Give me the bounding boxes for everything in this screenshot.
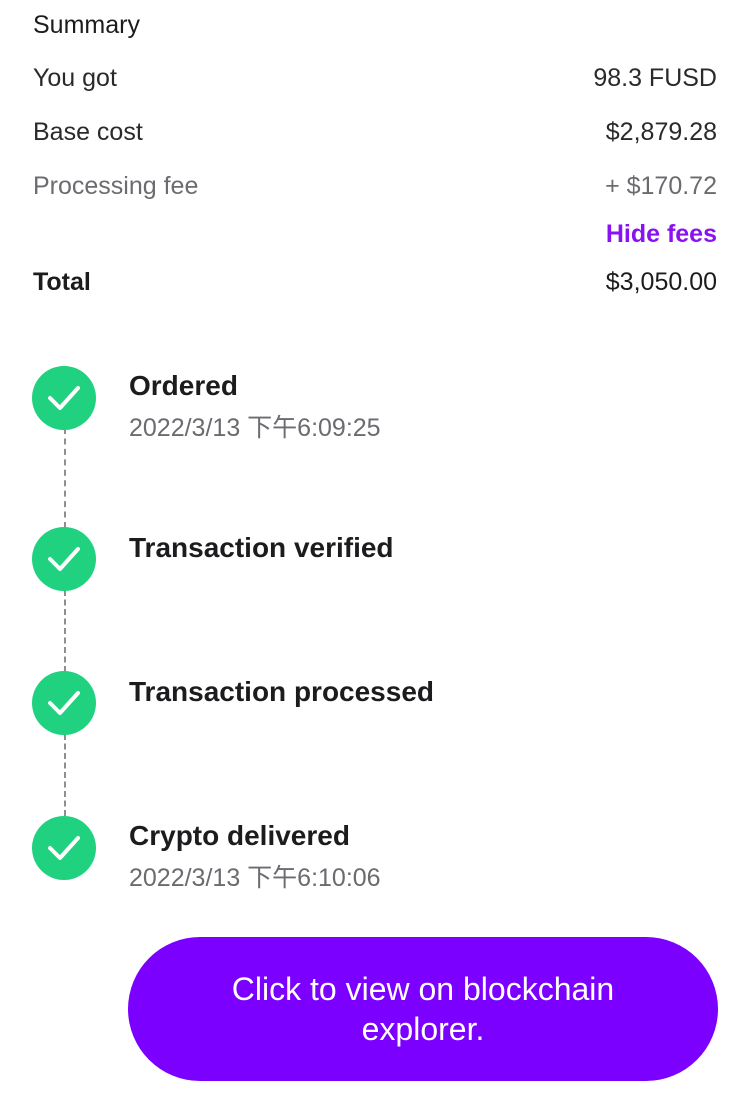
you-got-value: 98.3 FUSD xyxy=(593,63,717,92)
summary-row-processing-fee: Processing fee + $170.72 xyxy=(33,169,717,203)
summary-row-base-cost: Base cost $2,879.28 xyxy=(33,115,717,149)
timeline-connector xyxy=(64,734,66,816)
summary-title: Summary xyxy=(33,11,140,39)
checkmark-circle-icon xyxy=(32,527,96,591)
processing-fee-value: + $170.72 xyxy=(605,171,717,200)
base-cost-label: Base cost xyxy=(33,117,143,146)
step-title: Transaction processed xyxy=(129,676,435,707)
checkmark-circle-icon xyxy=(32,671,96,735)
processing-fee-label: Processing fee xyxy=(33,171,199,200)
base-cost-value: $2,879.28 xyxy=(605,117,717,146)
step-title: Ordered xyxy=(129,370,238,401)
view-on-blockchain-explorer-button[interactable]: Click to view on blockchain explorer. xyxy=(128,937,718,1081)
summary-row-you-got: You got 98.3 FUSD xyxy=(33,61,717,95)
summary-row-total: Total $3,050.00 xyxy=(33,265,717,299)
step-timestamp: 2022/3/13 下午6:10:06 xyxy=(129,864,381,892)
timeline-connector xyxy=(64,590,66,672)
step-title: Transaction verified xyxy=(129,532,394,563)
total-value: $3,050.00 xyxy=(605,267,717,296)
step-title: Crypto delivered xyxy=(129,820,350,851)
timeline-connector xyxy=(64,428,66,528)
checkmark-circle-icon xyxy=(32,366,96,430)
hide-fees-link[interactable]: Hide fees xyxy=(606,217,717,251)
checkmark-circle-icon xyxy=(32,816,96,880)
you-got-label: You got xyxy=(33,63,117,92)
total-label: Total xyxy=(33,267,91,296)
explorer-button-label: Click to view on blockchain explorer. xyxy=(231,971,615,1047)
step-timestamp: 2022/3/13 下午6:09:25 xyxy=(129,414,381,442)
